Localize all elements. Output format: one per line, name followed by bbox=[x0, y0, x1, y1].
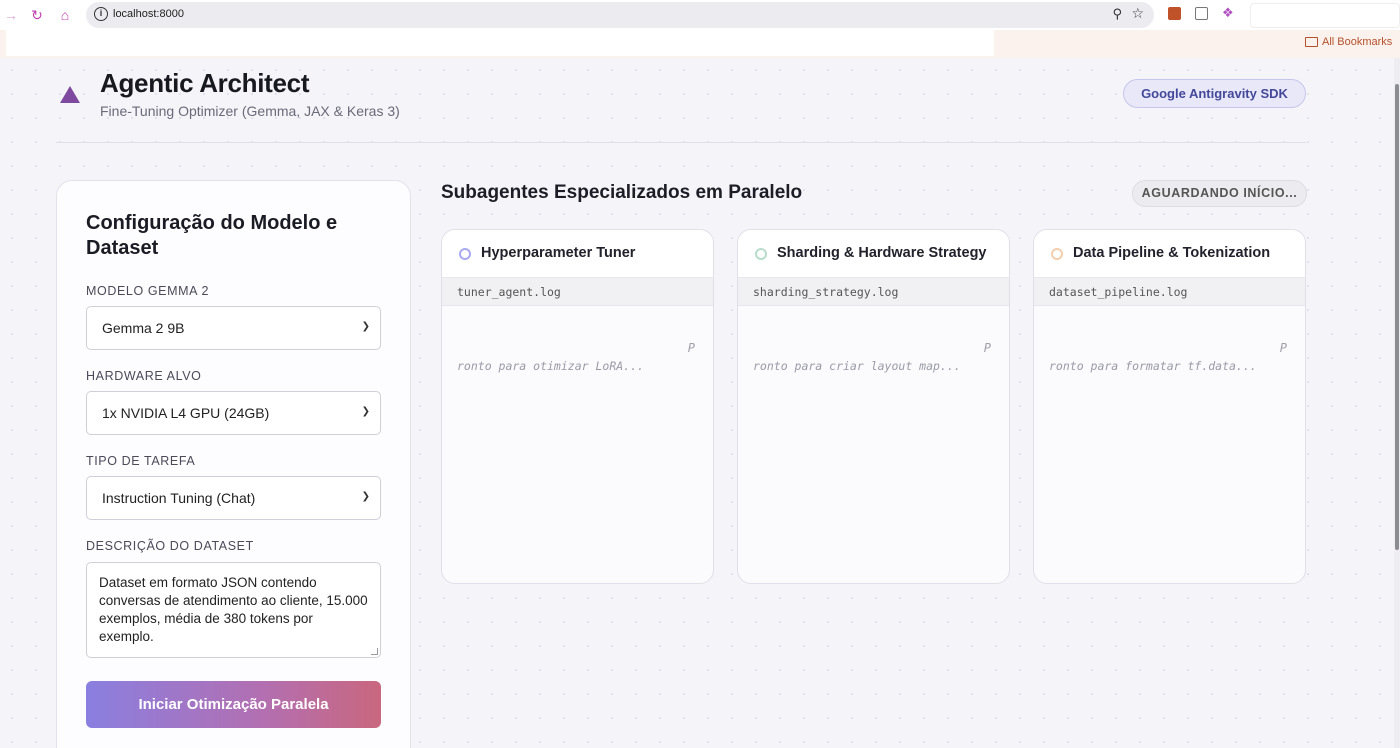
agent-name: Data Pipeline & Tokenization bbox=[1073, 245, 1271, 261]
agent-log-filename: sharding_strategy.log bbox=[753, 285, 899, 299]
triangle-logo-icon bbox=[60, 86, 80, 103]
model-label: MODELO GEMMA 2 bbox=[86, 284, 210, 298]
start-optimization-button[interactable]: Iniciar Otimização Paralela bbox=[86, 681, 381, 728]
task-select[interactable]: Instruction Tuning (Chat) ❯ bbox=[86, 476, 381, 520]
agent-card-pipeline: Data Pipeline & Tokenization dataset_pip… bbox=[1033, 229, 1306, 584]
hardware-label: HARDWARE ALVO bbox=[86, 369, 202, 383]
extensions-puzzle-icon[interactable]: ❖ bbox=[1222, 6, 1235, 19]
agent-name: Sharding & Hardware Strategy bbox=[777, 245, 987, 261]
status-dot-icon bbox=[1051, 248, 1063, 260]
home-icon[interactable]: ⌂ bbox=[56, 6, 74, 24]
hardware-select-value: 1x NVIDIA L4 GPU (24GB) bbox=[102, 405, 270, 421]
hardware-select[interactable]: 1x NVIDIA L4 GPU (24GB) ❯ bbox=[86, 391, 381, 435]
page: Agentic Architect Fine-Tuning Optimizer … bbox=[0, 58, 1400, 748]
agent-log-message: ronto para otimizar LoRA... bbox=[457, 359, 644, 373]
reload-icon[interactable]: ↻ bbox=[28, 6, 46, 24]
extension-book-icon[interactable] bbox=[1168, 7, 1181, 20]
agent-log-header: sharding_strategy.log bbox=[738, 278, 1009, 306]
sdk-badge: Google Antigravity SDK bbox=[1123, 79, 1306, 108]
agent-name: Hyperparameter Tuner bbox=[481, 245, 636, 261]
address-bar[interactable]: i localhost:8000 ⚲ ☆ bbox=[86, 2, 1154, 28]
agent-card-tuner: Hyperparameter Tuner tuner_agent.log P r… bbox=[441, 229, 714, 584]
dataset-textarea[interactable]: Dataset em formato JSON contendo convers… bbox=[86, 562, 381, 658]
status-dot-icon bbox=[459, 248, 471, 260]
task-label: TIPO DE TAREFA bbox=[86, 454, 196, 468]
zoom-icon[interactable]: ⚲ bbox=[1112, 6, 1122, 22]
agent-log-filename: tuner_agent.log bbox=[457, 285, 561, 299]
all-bookmarks-link[interactable]: All Bookmarks bbox=[1322, 36, 1392, 48]
profile-area[interactable] bbox=[1250, 3, 1400, 28]
agent-log-glyph: P bbox=[1279, 341, 1287, 355]
browser-toolbar: → ↻ ⌂ i localhost:8000 ⚲ ☆ ❖ bbox=[0, 0, 1400, 30]
agent-log-filename: dataset_pipeline.log bbox=[1049, 285, 1188, 299]
agent-header: Data Pipeline & Tokenization bbox=[1034, 230, 1305, 278]
agent-log-header: tuner_agent.log bbox=[442, 278, 713, 306]
scrollbar[interactable] bbox=[1394, 58, 1400, 748]
app-subtitle: Fine-Tuning Optimizer (Gemma, JAX & Kera… bbox=[100, 103, 400, 119]
dataset-label: DESCRIÇÃO DO DATASET bbox=[86, 539, 254, 553]
bookmarks-area bbox=[6, 30, 994, 56]
agents-section-title: Subagentes Especializados em Paralelo bbox=[441, 182, 803, 203]
chevron-down-icon: ❯ bbox=[361, 406, 370, 417]
url-text[interactable]: localhost:8000 bbox=[113, 8, 184, 20]
agent-header: Sharding & Hardware Strategy bbox=[738, 230, 1009, 278]
app-title: Agentic Architect bbox=[100, 68, 310, 98]
agent-log-message: ronto para formatar tf.data... bbox=[1049, 359, 1257, 373]
agent-header: Hyperparameter Tuner bbox=[442, 230, 713, 278]
dataset-text[interactable]: Dataset em formato JSON contendo convers… bbox=[99, 574, 368, 646]
config-panel: Configuração do Modelo e Dataset MODELO … bbox=[56, 180, 411, 748]
model-select-value: Gemma 2 9B bbox=[102, 320, 185, 336]
resize-handle-icon[interactable] bbox=[371, 648, 378, 655]
config-title: Configuração do Modelo e Dataset bbox=[86, 212, 338, 259]
bookmark-star-icon[interactable]: ☆ bbox=[1131, 5, 1144, 22]
status-badge: AGUARDANDO INÍCIO... bbox=[1132, 180, 1307, 207]
status-dot-icon bbox=[755, 248, 767, 260]
extension-window-icon[interactable] bbox=[1195, 7, 1208, 20]
agent-log-glyph: P bbox=[983, 341, 991, 355]
forward-icon[interactable]: → bbox=[2, 6, 20, 24]
chevron-down-icon: ❯ bbox=[361, 491, 370, 502]
folder-icon[interactable] bbox=[1305, 37, 1318, 47]
agent-log-message: ronto para criar layout map... bbox=[753, 359, 961, 373]
chevron-down-icon: ❯ bbox=[361, 321, 370, 332]
agent-log-header: dataset_pipeline.log bbox=[1034, 278, 1305, 306]
agent-card-sharding: Sharding & Hardware Strategy sharding_st… bbox=[737, 229, 1010, 584]
bookmarks-bar: All Bookmarks bbox=[0, 30, 1400, 58]
scrollbar-thumb[interactable] bbox=[1395, 84, 1399, 550]
site-info-icon[interactable]: i bbox=[94, 7, 108, 21]
model-select[interactable]: Gemma 2 9B ❯ bbox=[86, 306, 381, 350]
header-divider bbox=[56, 142, 1306, 143]
agent-log-glyph: P bbox=[687, 341, 695, 355]
task-select-value: Instruction Tuning (Chat) bbox=[102, 490, 256, 506]
